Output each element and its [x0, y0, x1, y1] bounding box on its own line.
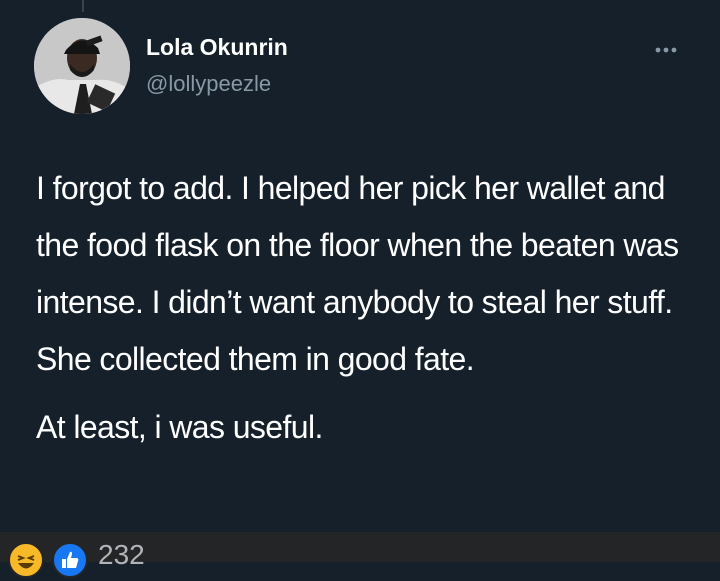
reactions-bar: 232 [0, 532, 720, 578]
avatar[interactable] [34, 18, 130, 114]
thread-line [82, 0, 84, 12]
reaction-count[interactable]: 232 [98, 540, 145, 570]
more-horizontal-icon[interactable] [654, 40, 682, 56]
haha-reaction-icon[interactable] [8, 542, 44, 578]
tweet-paragraph: At least, i was useful. [36, 409, 323, 445]
like-reaction-icon[interactable] [52, 542, 88, 578]
avatar-photo-icon [34, 18, 130, 114]
tweet-card: Lola Okunrin @lollypeezle I forgot to ad… [0, 0, 720, 532]
author-handle[interactable]: @lollypeezle [146, 71, 271, 97]
tweet-paragraph: I forgot to add. I helped her pick her w… [36, 170, 679, 377]
tweet-text: I forgot to add. I helped her pick her w… [36, 160, 686, 456]
author-name[interactable]: Lola Okunrin [146, 34, 288, 61]
